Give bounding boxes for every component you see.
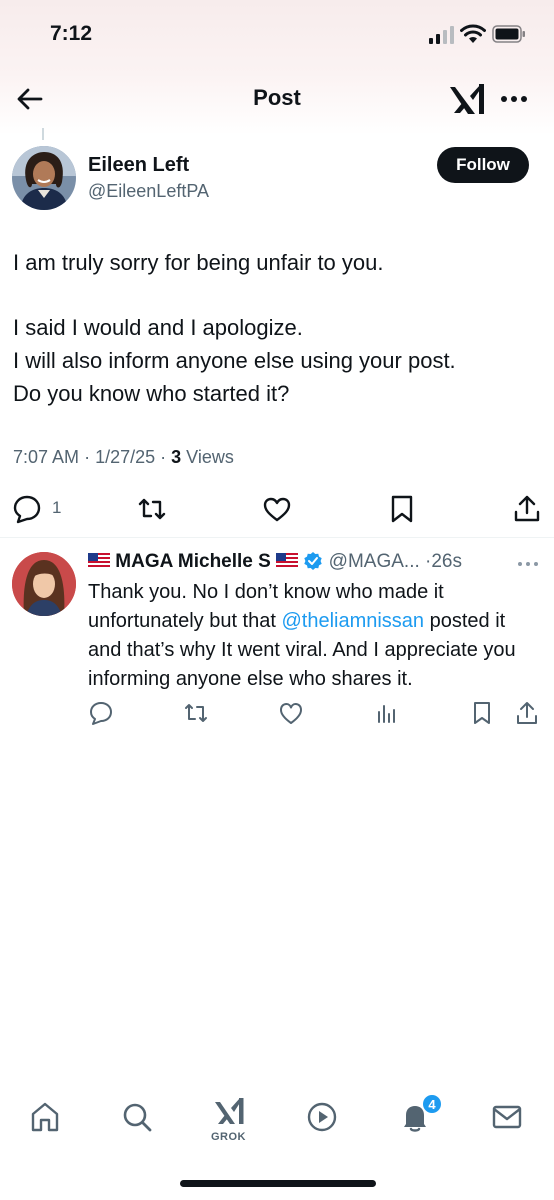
author-name[interactable]: Eileen Left xyxy=(88,154,189,177)
top-navigation: Post xyxy=(0,75,554,125)
views-count: 3 xyxy=(171,447,182,467)
reply-icon[interactable] xyxy=(12,494,42,524)
follow-button[interactable]: Follow xyxy=(437,147,529,183)
cellular-signal-icon xyxy=(429,26,454,44)
reply-time: 26s xyxy=(431,551,462,572)
author-avatar[interactable] xyxy=(12,146,76,210)
reply-avatar[interactable] xyxy=(12,552,76,616)
post-text-line: Do you know who started it? xyxy=(13,381,290,406)
video-play-icon[interactable] xyxy=(305,1100,339,1134)
reply-header: MAGA Michelle S @MAGA... ·26s xyxy=(88,551,543,577)
share-icon[interactable] xyxy=(514,700,540,726)
reply-author-name[interactable]: MAGA Michelle S xyxy=(115,551,271,572)
bottom-tab-bar: GROK 4 xyxy=(0,1090,554,1150)
battery-icon xyxy=(492,25,525,43)
more-icon[interactable] xyxy=(498,87,530,111)
divider xyxy=(0,537,554,538)
reply-text: Thank you. No I don’t know who made it u… xyxy=(88,581,516,690)
home-icon[interactable] xyxy=(28,1100,62,1134)
grok-label: GROK xyxy=(211,1131,246,1143)
mention-link[interactable]: @theliamnissan xyxy=(281,610,424,632)
post-text: I am truly sorry for being unfair to you… xyxy=(13,246,543,410)
us-flag-icon xyxy=(276,553,299,568)
messages-icon[interactable] xyxy=(490,1100,524,1134)
notifications-badge: 4 xyxy=(421,1093,443,1115)
status-bar: 7:12 xyxy=(0,0,554,70)
post-date: 1/27/25 xyxy=(95,447,156,467)
search-icon[interactable] xyxy=(120,1100,154,1134)
reply-icon[interactable] xyxy=(88,700,114,726)
reply-count: 1 xyxy=(52,498,62,517)
post-actions: 1 xyxy=(0,490,554,530)
share-icon[interactable] xyxy=(512,494,542,524)
reply-more-icon[interactable] xyxy=(513,552,543,576)
home-indicator xyxy=(180,1180,376,1187)
xai-logo-icon[interactable] xyxy=(448,81,488,117)
verified-badge-icon xyxy=(304,552,323,570)
grok-icon[interactable] xyxy=(212,1094,248,1130)
post-time: 7:07 AM xyxy=(13,447,80,467)
post-metadata: 7:07 AM · 1/27/25 · 3 Views xyxy=(13,447,234,467)
author-handle[interactable]: @EileenLeftPA xyxy=(88,181,209,202)
reply-author-handle[interactable]: @MAGA... xyxy=(329,551,420,572)
repost-icon[interactable] xyxy=(183,700,209,726)
like-icon[interactable] xyxy=(262,494,292,524)
status-time: 7:12 xyxy=(50,22,93,45)
post-text-line: I am truly sorry for being unfair to you… xyxy=(13,250,384,275)
post-text-line: I will also inform anyone else using you… xyxy=(13,348,456,373)
thread-connector xyxy=(42,128,44,140)
post-text-line: I said I would and I apologize. xyxy=(13,315,303,340)
bookmark-icon[interactable] xyxy=(469,700,495,726)
bookmark-icon[interactable] xyxy=(387,494,417,524)
analytics-icon[interactable] xyxy=(374,700,400,726)
repost-icon[interactable] xyxy=(137,494,167,524)
us-flag-icon xyxy=(88,553,110,568)
views-label[interactable]: Views xyxy=(186,447,234,467)
like-icon[interactable] xyxy=(278,700,304,726)
reply-actions xyxy=(0,698,554,728)
wifi-icon xyxy=(460,24,486,43)
